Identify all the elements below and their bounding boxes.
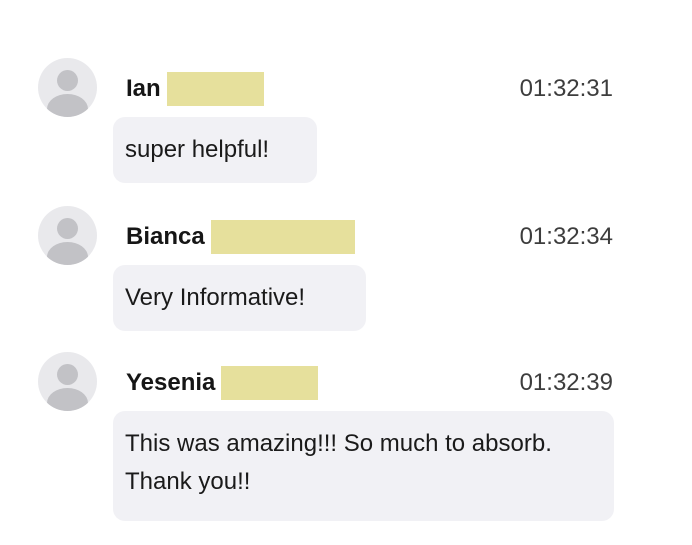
redacted-surname xyxy=(166,72,264,106)
message-timestamp: 01:32:39 xyxy=(519,369,613,396)
chat-message-list: Ian 01:32:31 super helpful! Bianca 01:32… xyxy=(0,0,692,545)
user-avatar-icon xyxy=(38,58,97,117)
message-sender: Yesenia xyxy=(126,366,319,400)
redacted-surname xyxy=(221,366,319,400)
user-avatar-icon xyxy=(38,352,97,411)
message-text: super helpful! xyxy=(125,136,270,163)
message-sender: Ian xyxy=(126,72,264,106)
message-sender: Bianca xyxy=(126,220,355,254)
redacted-surname xyxy=(210,220,355,254)
message-bubble: super helpful! xyxy=(113,117,317,183)
message-text: Very Informative! xyxy=(125,284,306,311)
message-text: This was amazing!!! So much to absorb. T… xyxy=(125,430,552,495)
message-timestamp: 01:32:34 xyxy=(519,223,613,250)
sender-name: Yesenia xyxy=(126,369,216,396)
message-timestamp: 01:32:31 xyxy=(519,75,613,102)
message-bubble: This was amazing!!! So much to absorb. T… xyxy=(113,411,614,521)
sender-name: Bianca xyxy=(126,223,205,250)
sender-name: Ian xyxy=(126,75,161,102)
user-avatar-icon xyxy=(38,206,97,265)
message-bubble: Very Informative! xyxy=(113,265,366,331)
